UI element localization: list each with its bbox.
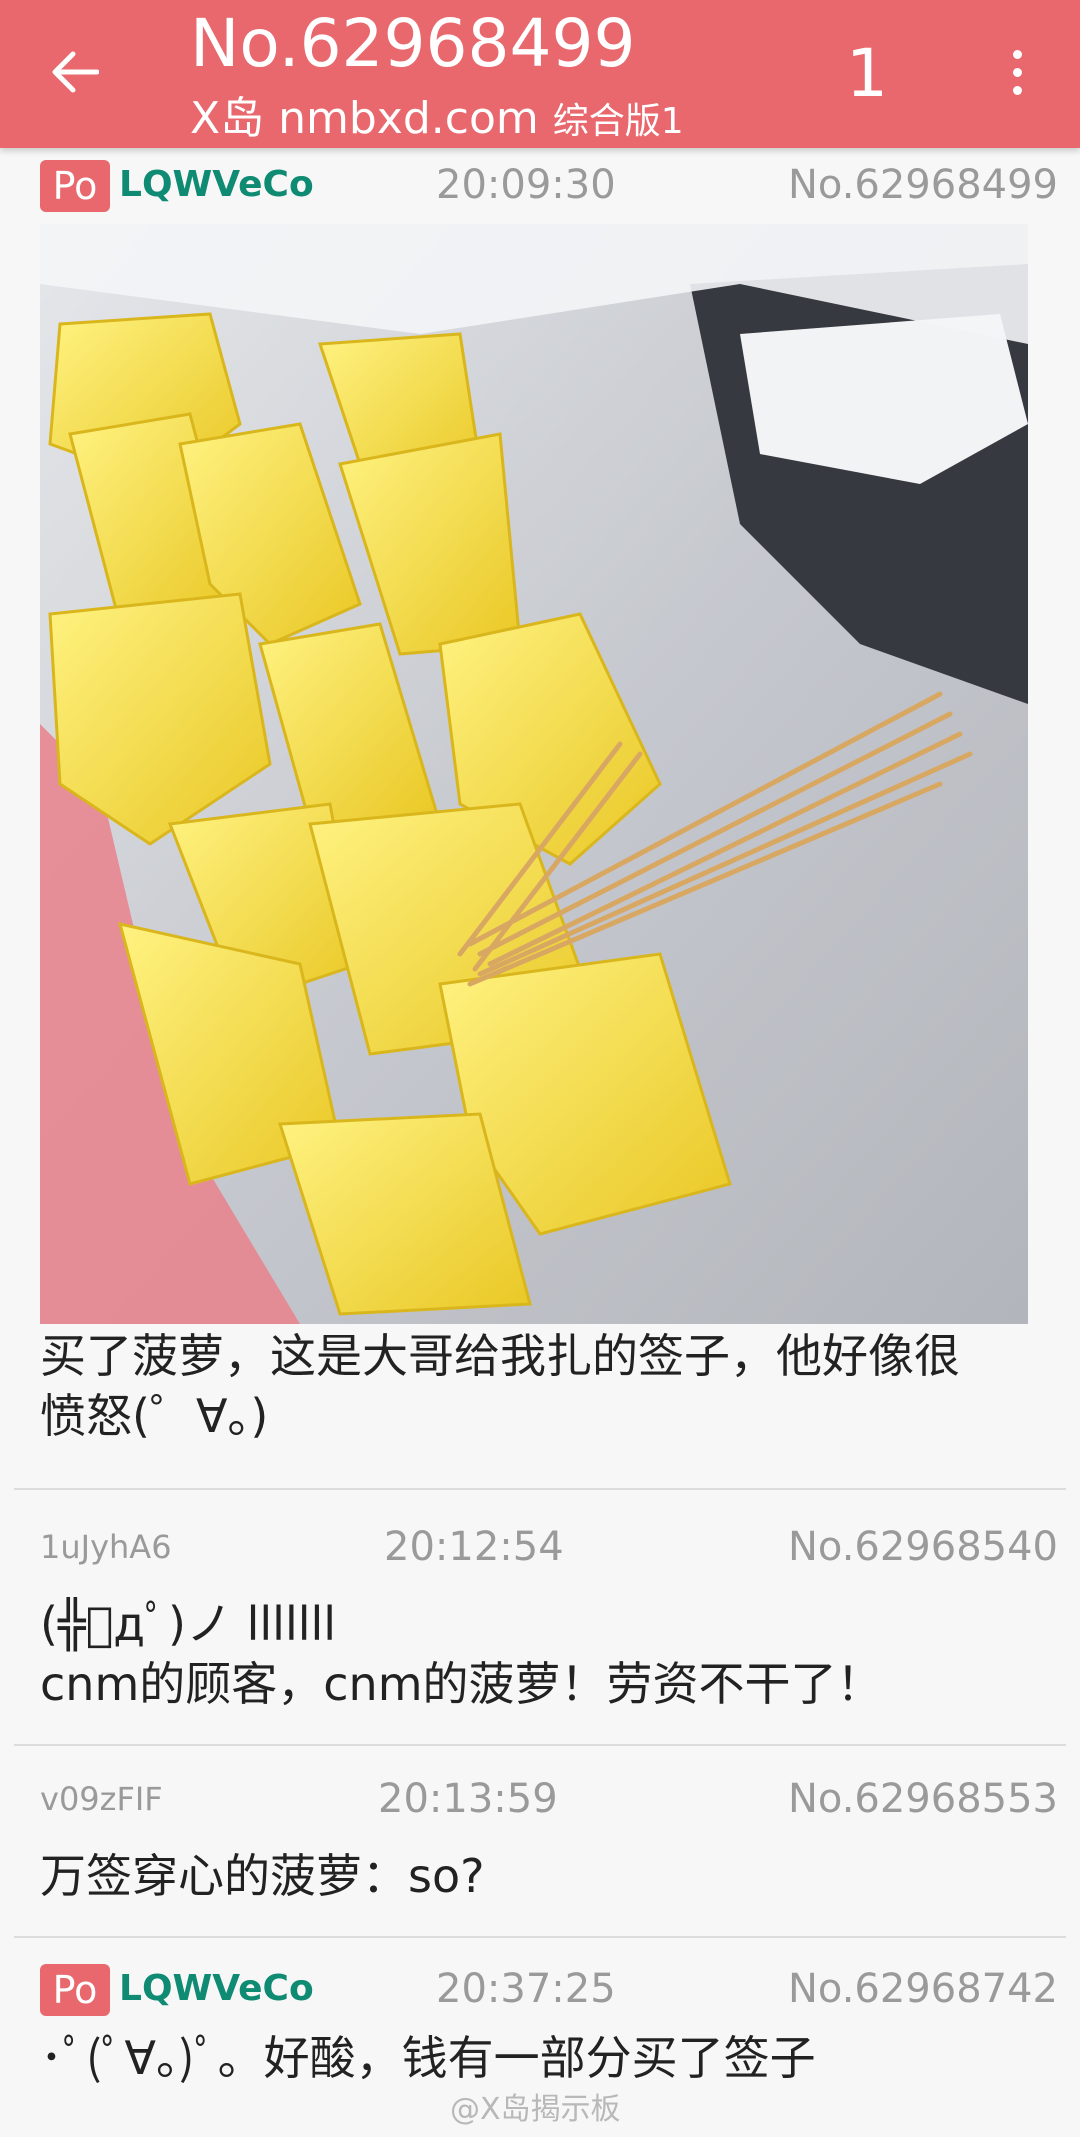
- post-number[interactable]: No.62968499: [788, 158, 1058, 212]
- back-button[interactable]: [42, 36, 108, 108]
- reply-post[interactable]: 1uJyhA6 20:12:54 No.62968540 (╬ﾟдﾟ)ノ lll…: [14, 1514, 1066, 1714]
- reply-post-op[interactable]: Po LQWVeCo 20:37:25 No.62968742 ･ﾟ(ﾟ∀。)ﾟ…: [14, 1956, 1066, 2088]
- post-header: Po LQWVeCo 20:09:30 No.62968499: [14, 152, 1066, 218]
- post-number[interactable]: No.62968540: [788, 1520, 1058, 1574]
- post-content: (╬ﾟдﾟ)ノ lllllll cnm的顾客，cnm的菠萝！劳资不干了！: [40, 1597, 883, 1711]
- post-divider: [14, 1936, 1066, 1938]
- watermark: @X岛揭示板: [450, 2092, 621, 2127]
- thread-subtitle: X岛 nmbxd.com 综合版1: [190, 92, 684, 149]
- post-header: Po LQWVeCo 20:37:25 No.62968742: [14, 1956, 1066, 2022]
- post-op[interactable]: Po LQWVeCo 20:09:30 No.62968499 买了菠萝，这是大…: [14, 152, 1066, 1446]
- post-divider: [14, 1488, 1066, 1490]
- post-header: v09zFIF 20:13:59 No.62968553: [14, 1766, 1066, 1832]
- post-content: 买了菠萝，这是大哥给我扎的签子，他好像很 愤怒(゜∀。): [40, 1329, 960, 1443]
- post-content: 万签穿心的菠萝：so?: [40, 1849, 485, 1903]
- post-number[interactable]: No.62968553: [788, 1772, 1058, 1826]
- board-name: 综合版1: [552, 101, 684, 142]
- app-bar: No.62968499 X岛 nmbxd.com 综合版1 1: [0, 0, 1080, 148]
- post-time: 20:37:25: [436, 1966, 616, 2012]
- po-badge: Po: [40, 1964, 110, 2016]
- more-vert-icon[interactable]: [994, 40, 1040, 104]
- post-time: 20:12:54: [384, 1524, 564, 1570]
- post-number[interactable]: No.62968742: [788, 1962, 1058, 2016]
- user-id[interactable]: LQWVeCo: [119, 1962, 314, 2016]
- post-image[interactable]: [40, 224, 1028, 1324]
- post-time: 20:13:59: [378, 1776, 558, 1822]
- post-header: 1uJyhA6 20:12:54 No.62968540: [14, 1514, 1066, 1580]
- thread-title: No.62968499: [190, 5, 636, 82]
- po-badge: Po: [40, 160, 110, 212]
- user-id[interactable]: LQWVeCo: [119, 158, 314, 212]
- back-arrow-icon: [52, 51, 99, 93]
- post-time: 20:09:30: [436, 162, 616, 208]
- pineapple-photo: [40, 224, 1028, 1324]
- post-content: ･ﾟ(ﾟ∀。)ﾟ。好酸，钱有一部分买了签子: [40, 2031, 816, 2085]
- page-indicator[interactable]: 1: [846, 34, 888, 114]
- site-name: X岛 nmbxd.com: [190, 93, 539, 144]
- user-id[interactable]: v09zFIF: [40, 1772, 163, 1826]
- user-id[interactable]: 1uJyhA6: [40, 1520, 172, 1574]
- reply-post[interactable]: v09zFIF 20:13:59 No.62968553 万签穿心的菠萝：so?: [14, 1766, 1066, 1906]
- post-divider: [14, 1744, 1066, 1746]
